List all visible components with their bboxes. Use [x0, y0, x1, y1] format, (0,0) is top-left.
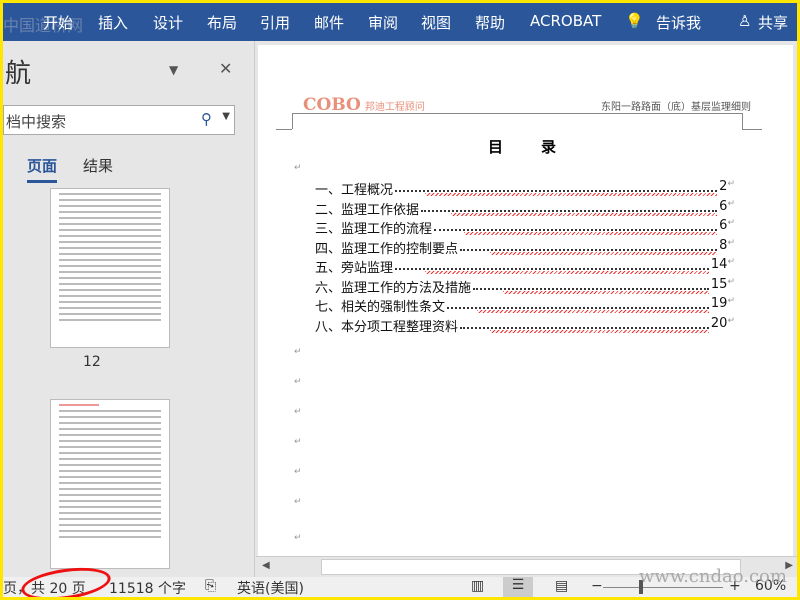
toc-entry[interactable]: 七、相关的强制性条文 19 ↵: [315, 296, 735, 315]
tab-home[interactable]: 开始: [43, 12, 73, 33]
tab-view[interactable]: 视图: [421, 12, 451, 33]
toc-label: 一、工程概况: [315, 183, 394, 198]
tab-design[interactable]: 设计: [153, 12, 183, 33]
toc-entry[interactable]: 六、监理工作的方法及措施 15 ↵: [315, 276, 735, 296]
toc-entry[interactable]: 四、监理工作的控制要点 8 ↵: [315, 237, 735, 257]
zoom-slider[interactable]: [603, 587, 723, 588]
user-icon: ♙: [738, 12, 752, 30]
toc-page: 6: [719, 218, 728, 233]
word-window: 中国道桥网 开始 插入 设计 布局 引用 邮件 审阅 视图 帮助 ACROBAT…: [3, 3, 797, 597]
toc-page: 6: [719, 198, 728, 214]
ribbon-tabs: 中国道桥网 开始 插入 设计 布局 引用 邮件 审阅 视图 帮助 ACROBAT…: [3, 3, 797, 41]
site-watermark: www.cndao.com: [639, 566, 787, 587]
tab-results[interactable]: 结果: [83, 155, 113, 176]
scroll-left-icon[interactable]: ◀: [262, 560, 270, 571]
toc-page: 8: [719, 237, 728, 253]
toc-label: 二、监理工作依据: [315, 202, 420, 218]
document-page[interactable]: COBO 邦迪工程顾问 东阳一路路面（底）基层监理细则 目录 一、工程概况 2 ↵ 二、…: [258, 45, 793, 556]
language[interactable]: 英语(美国): [237, 578, 304, 597]
tab-mailings[interactable]: 邮件: [314, 12, 344, 33]
share-button[interactable]: 共享: [758, 12, 788, 33]
tab-layout[interactable]: 布局: [207, 12, 237, 33]
toc-entry[interactable]: 八、本分项工程整理资料 20 ↵: [315, 315, 735, 335]
toc-page: 14: [710, 257, 728, 272]
toc-page: 2: [719, 179, 728, 194]
toc-leader: [421, 199, 718, 216]
proofing-icon[interactable]: ⎘: [205, 578, 216, 594]
toc-label: 五、旁站监理: [315, 261, 394, 276]
toc-label: 六、监理工作的方法及措施: [315, 280, 472, 296]
toc-leader: [395, 179, 718, 196]
company-logo: COBO 邦迪工程顾问: [303, 95, 425, 115]
page-thumbnail-12[interactable]: [50, 188, 170, 348]
tab-help[interactable]: 帮助: [475, 12, 505, 33]
thumbnail-page-number: 12: [83, 354, 101, 370]
toc-label: 三、监理工作的流程: [315, 222, 433, 237]
read-mode-icon[interactable]: ▥: [471, 578, 484, 594]
chevron-down-icon[interactable]: ▼: [169, 63, 178, 77]
print-layout-icon[interactable]: ☰: [503, 577, 533, 597]
document-area: COBO 邦迪工程顾问 东阳一路路面（底）基层监理细则 目录 一、工程概况 2 ↵ 二、…: [256, 41, 797, 556]
toc-leader: [460, 316, 709, 333]
toc-entry[interactable]: 三、监理工作的流程 6 ↵: [315, 218, 735, 237]
dropdown-icon[interactable]: ▼: [222, 111, 230, 122]
toc-label: 四、监理工作的控制要点: [315, 241, 459, 257]
toc-entry[interactable]: 二、监理工作依据 6 ↵: [315, 198, 735, 218]
search-input[interactable]: 档中搜索 ⚲ ▼: [3, 105, 235, 135]
toc-page: 15: [710, 276, 728, 292]
toc-leader: [434, 218, 718, 235]
lightbulb-icon: 💡: [625, 12, 644, 30]
toc-page: 20: [710, 315, 728, 331]
toc-leader: [447, 296, 709, 313]
search-placeholder: 档中搜索: [6, 113, 67, 131]
web-layout-icon[interactable]: ▤: [555, 578, 568, 594]
tab-review[interactable]: 审阅: [368, 12, 398, 33]
toc-label: 七、相关的强制性条文: [315, 300, 446, 315]
toc-entry[interactable]: 一、工程概况 2 ↵: [315, 179, 735, 198]
tab-insert[interactable]: 插入: [98, 12, 128, 33]
tab-acrobat[interactable]: ACROBAT: [530, 12, 601, 30]
toc-leader: [460, 238, 718, 255]
toc-entry[interactable]: 五、旁站监理 14 ↵: [315, 257, 735, 276]
toc-label: 八、本分项工程整理资料: [315, 319, 459, 335]
header-text: 东阳一路路面（底）基层监理细则: [601, 102, 751, 113]
zoom-out-button[interactable]: −: [591, 578, 603, 594]
word-count[interactable]: 11518 个字: [109, 578, 186, 597]
page-thumbnail-13[interactable]: [50, 399, 170, 569]
toc-leader: [473, 277, 709, 294]
toc-page: 19: [710, 296, 728, 311]
nav-title: 航: [5, 59, 32, 89]
tab-references[interactable]: 引用: [260, 12, 290, 33]
close-icon[interactable]: ✕: [219, 59, 232, 78]
toc-leader: [395, 257, 709, 274]
tell-me-button[interactable]: 告诉我: [656, 12, 701, 33]
search-icon[interactable]: ⚲: [201, 110, 212, 128]
toc-title: 目录: [488, 138, 595, 156]
navigation-pane: 航 ▼ ✕ 档中搜索 ⚲ ▼ 页面 结果 12: [3, 41, 255, 577]
tab-pages[interactable]: 页面: [27, 155, 58, 183]
